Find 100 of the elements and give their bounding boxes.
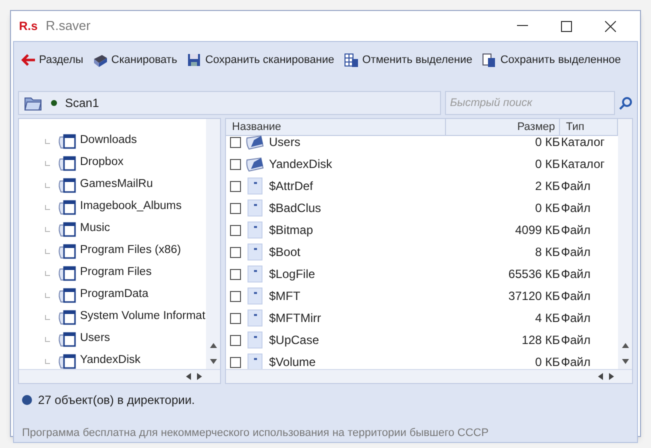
tree-item[interactable]: Program Files	[80, 264, 152, 282]
checkbox[interactable]	[230, 290, 241, 302]
file-name: $MFT	[268, 288, 302, 305]
file-type: Файл	[560, 332, 592, 349]
tree-item[interactable]: GamesMailRu	[80, 176, 153, 194]
file-icon	[247, 243, 263, 261]
file-icon	[247, 309, 263, 327]
folder-icon	[57, 176, 77, 194]
checkbox[interactable]	[230, 158, 241, 170]
file-name: $Volume	[268, 354, 317, 369]
tree-item[interactable]: Users	[80, 330, 110, 348]
tree-item[interactable]: Music	[80, 220, 110, 238]
file-type: Файл	[560, 266, 592, 283]
scroll-down-icon[interactable]	[210, 358, 216, 364]
file-name: $Bitmap	[268, 222, 314, 239]
close-icon	[604, 20, 616, 32]
tree-item[interactable]: Dropbox	[80, 154, 124, 172]
folder-icon	[57, 308, 77, 326]
folder-icon	[57, 352, 77, 369]
scanner-icon	[92, 52, 108, 68]
checkbox[interactable]	[230, 224, 241, 236]
file-type: Каталог	[560, 156, 606, 173]
document-copy-icon	[481, 52, 498, 68]
file-icon	[247, 199, 263, 217]
scroll-right-icon[interactable]	[609, 373, 614, 380]
back-arrow-icon	[20, 52, 36, 68]
tree-item[interactable]: Program Files (x86)	[80, 242, 181, 260]
folder-icon	[245, 156, 265, 172]
scan-name: Scan1	[65, 95, 100, 112]
scroll-left-icon[interactable]	[186, 373, 191, 380]
folder-icon	[57, 286, 77, 304]
file-size: 4 КБ	[534, 310, 560, 327]
file-size: 37120 КБ	[507, 288, 560, 305]
file-type: Файл	[560, 354, 592, 369]
license-note: Программа бесплатна для некоммерческого использования на территории бывшего СССР	[21, 426, 489, 441]
checkbox[interactable]	[230, 136, 241, 148]
checkbox[interactable]	[230, 246, 241, 258]
file-icon	[247, 331, 263, 349]
checkbox[interactable]	[230, 180, 241, 192]
folder-icon	[57, 220, 77, 238]
file-size: 65536 КБ	[507, 266, 560, 283]
file-type: Файл	[560, 178, 592, 195]
file-icon	[247, 353, 263, 369]
checkbox[interactable]	[230, 268, 241, 280]
file-type: Файл	[560, 222, 592, 239]
checkbox[interactable]	[230, 202, 241, 214]
file-type: Файл	[560, 200, 592, 217]
folder-icon	[57, 132, 77, 150]
file-name: $UpCase	[268, 332, 320, 349]
file-icon	[247, 177, 263, 195]
toolbar-button[interactable]: Сохранить выделенное	[481, 49, 621, 71]
window-title: R.saver	[46, 17, 90, 36]
file-name: $Boot	[268, 244, 302, 261]
file-name: $MFTMirr	[268, 310, 322, 327]
document-grid-icon	[343, 52, 360, 68]
toolbar-button[interactable]: Разделы	[20, 49, 84, 71]
checkbox[interactable]	[230, 356, 241, 368]
toolbar-button[interactable]: Отменить выделение	[343, 49, 472, 71]
file-type: Каталог	[560, 134, 606, 151]
column-header[interactable]: Название	[226, 119, 446, 135]
file-size: 0 КБ	[534, 134, 560, 151]
status-dot-icon	[51, 100, 57, 106]
scroll-up-icon[interactable]	[622, 342, 628, 348]
tree-item[interactable]: System Volume Informat	[80, 308, 206, 326]
column-header[interactable]: Размер	[446, 119, 560, 135]
checkbox[interactable]	[230, 334, 241, 346]
file-name: $AttrDef	[268, 178, 314, 195]
folder-icon	[57, 330, 77, 348]
tree-item[interactable]: ProgramData	[80, 286, 148, 304]
search-icon[interactable]	[619, 96, 633, 110]
tree-item[interactable]: Imagebook_Albums	[80, 198, 182, 216]
file-icon	[247, 265, 263, 283]
status-text: 27 объект(ов) в директории.	[38, 392, 195, 409]
scroll-up-icon[interactable]	[210, 342, 216, 348]
folder-icon	[57, 264, 77, 282]
file-size: 8 КБ	[534, 244, 560, 261]
file-type: Файл	[560, 244, 592, 261]
file-icon	[247, 287, 263, 305]
file-size: 2 КБ	[534, 178, 560, 195]
file-size: 128 КБ	[520, 332, 560, 349]
tree-item[interactable]: YandexDisk	[80, 352, 141, 369]
search-field[interactable]: Быстрый поиск	[445, 91, 615, 115]
scroll-left-icon[interactable]	[598, 373, 603, 380]
minimize-icon	[516, 25, 528, 27]
scroll-down-icon[interactable]	[622, 358, 628, 364]
folder-icon	[57, 198, 77, 216]
toolbar-button[interactable]: Сохранить сканирование	[186, 49, 334, 71]
tree-item[interactable]: Downloads	[80, 132, 137, 150]
maximize-icon	[560, 20, 572, 32]
folder-icon	[57, 154, 77, 172]
file-name: Users	[268, 134, 302, 151]
file-size: 0 КБ	[534, 156, 560, 173]
app-logo: R.s	[19, 18, 38, 35]
file-size: 0 КБ	[534, 200, 560, 217]
toolbar-button[interactable]: Сканировать	[92, 49, 178, 71]
file-icon	[247, 221, 263, 239]
checkbox[interactable]	[230, 312, 241, 324]
scroll-right-icon[interactable]	[197, 373, 202, 380]
file-name: $LogFile	[268, 266, 316, 283]
file-size: 0 КБ	[534, 354, 560, 369]
